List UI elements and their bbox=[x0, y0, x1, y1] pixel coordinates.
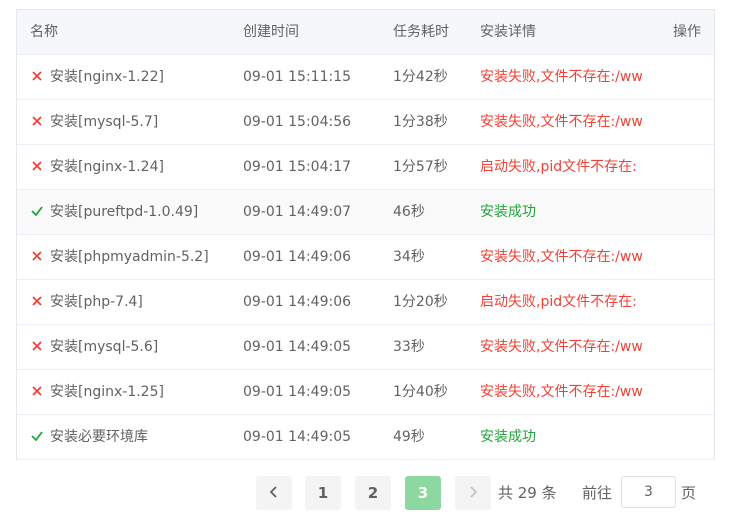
close-icon bbox=[30, 114, 44, 128]
install-detail: 安装失败,文件不存在:/ww bbox=[480, 384, 643, 400]
total-count: 共 29 条 bbox=[498, 484, 557, 502]
close-icon bbox=[30, 339, 44, 353]
table-row: 安装[php-7.4] 09-01 14:49:06 1分20秒 启动失败,pid文件… bbox=[17, 280, 714, 325]
table-row: 安装[nginx-1.25] 09-01 14:49:05 1分40秒 安装失败,文件… bbox=[17, 370, 714, 415]
close-icon bbox=[30, 294, 44, 308]
install-detail: 安装失败,文件不存在:/ww bbox=[480, 249, 643, 265]
install-detail: 安装失败,文件不存在:/ww bbox=[480, 69, 643, 85]
created-time: 09-01 14:49:05 bbox=[243, 339, 352, 355]
chevron-right-icon bbox=[468, 477, 478, 511]
created-time: 09-01 15:11:15 bbox=[243, 69, 352, 85]
task-name: 安装[nginx-1.22] bbox=[50, 69, 164, 85]
check-icon bbox=[30, 204, 44, 218]
task-name-cell: 安装[mysql-5.7] bbox=[30, 100, 235, 144]
task-duration: 1分38秒 bbox=[393, 114, 448, 130]
task-name: 安装[phpmyadmin-5.2] bbox=[50, 249, 209, 265]
task-name-cell: 安装[phpmyadmin-5.2] bbox=[30, 235, 235, 279]
close-icon bbox=[30, 249, 44, 263]
task-duration: 1分20秒 bbox=[393, 294, 448, 310]
task-name-cell: 安装必要环境库 bbox=[30, 415, 235, 459]
task-name: 安装[nginx-1.24] bbox=[50, 159, 164, 175]
install-detail: 安装成功 bbox=[480, 429, 536, 445]
install-detail: 启动失败,pid文件不存在: bbox=[480, 294, 637, 310]
task-duration: 46秒 bbox=[393, 204, 425, 220]
table-header: 名称 创建时间 任务耗时 安装详情 操作 bbox=[17, 10, 714, 55]
task-name: 安装[mysql-5.7] bbox=[50, 114, 159, 130]
page-1-button[interactable]: 1 bbox=[305, 476, 341, 510]
task-duration: 1分40秒 bbox=[393, 384, 448, 400]
chevron-left-icon bbox=[269, 477, 279, 511]
goto-suffix: 页 bbox=[681, 484, 697, 502]
header-detail: 安装详情 bbox=[480, 24, 536, 40]
task-name: 安装[mysql-5.6] bbox=[50, 339, 159, 355]
table-row: 安装[pureftpd-1.0.49] 09-01 14:49:07 46秒 安装成功 bbox=[17, 190, 714, 235]
created-time: 09-01 15:04:56 bbox=[243, 114, 352, 130]
header-action: 操作 bbox=[673, 24, 701, 40]
created-time: 09-01 14:49:05 bbox=[243, 429, 352, 445]
task-name-cell: 安装[nginx-1.25] bbox=[30, 370, 235, 414]
install-detail: 安装成功 bbox=[480, 204, 536, 220]
header-duration: 任务耗时 bbox=[393, 24, 449, 40]
page-2-button[interactable]: 2 bbox=[355, 476, 391, 510]
table-row: 安装[mysql-5.7] 09-01 15:04:56 1分38秒 安装失败,文件不… bbox=[17, 100, 714, 145]
header-created: 创建时间 bbox=[243, 24, 299, 40]
table-row: 安装[mysql-5.6] 09-01 14:49:05 33秒 安装失败,文件不存在… bbox=[17, 325, 714, 370]
goto-prefix: 前往 bbox=[582, 484, 613, 502]
task-duration: 1分57秒 bbox=[393, 159, 448, 175]
close-icon bbox=[30, 69, 44, 83]
header-name: 名称 bbox=[30, 24, 58, 40]
table-row: 安装[phpmyadmin-5.2] 09-01 14:49:06 34秒 安装失败,… bbox=[17, 235, 714, 280]
check-icon bbox=[30, 429, 44, 443]
install-detail: 启动失败,pid文件不存在: bbox=[480, 159, 637, 175]
install-detail: 安装失败,文件不存在:/ww bbox=[480, 339, 643, 355]
task-name-cell: 安装[php-7.4] bbox=[30, 280, 235, 324]
goto-page-input[interactable] bbox=[621, 476, 676, 508]
task-name-cell: 安装[pureftpd-1.0.49] bbox=[30, 190, 235, 234]
task-name: 安装[pureftpd-1.0.49] bbox=[50, 204, 199, 220]
task-name-cell: 安装[mysql-5.6] bbox=[30, 325, 235, 369]
created-time: 09-01 14:49:06 bbox=[243, 249, 352, 265]
task-name: 安装[php-7.4] bbox=[50, 294, 143, 310]
next-page-button[interactable] bbox=[455, 476, 491, 510]
table-row: 安装[nginx-1.22] 09-01 15:11:15 1分42秒 安装失败,文件… bbox=[17, 55, 714, 100]
page-3-button[interactable]: 3 bbox=[405, 476, 441, 510]
task-duration: 1分42秒 bbox=[393, 69, 448, 85]
install-detail: 安装失败,文件不存在:/ww bbox=[480, 114, 643, 130]
table-row: 安装必要环境库 09-01 14:49:05 49秒 安装成功 bbox=[17, 415, 714, 460]
prev-page-button[interactable] bbox=[256, 476, 292, 510]
created-time: 09-01 15:04:17 bbox=[243, 159, 352, 175]
table-row: 安装[nginx-1.24] 09-01 15:04:17 1分57秒 启动失败,pi… bbox=[17, 145, 714, 190]
task-duration: 49秒 bbox=[393, 429, 425, 445]
task-duration: 33秒 bbox=[393, 339, 425, 355]
created-time: 09-01 14:49:05 bbox=[243, 384, 352, 400]
task-name-cell: 安装[nginx-1.22] bbox=[30, 55, 235, 99]
task-name: 安装[nginx-1.25] bbox=[50, 384, 164, 400]
created-time: 09-01 14:49:06 bbox=[243, 294, 352, 310]
task-name: 安装必要环境库 bbox=[50, 429, 148, 445]
close-icon bbox=[30, 384, 44, 398]
task-name-cell: 安装[nginx-1.24] bbox=[30, 145, 235, 189]
close-icon bbox=[30, 159, 44, 173]
task-table: 名称 创建时间 任务耗时 安装详情 操作 安装[nginx-1.22] 09-01… bbox=[16, 9, 715, 460]
task-duration: 34秒 bbox=[393, 249, 425, 265]
created-time: 09-01 14:49:07 bbox=[243, 204, 352, 220]
